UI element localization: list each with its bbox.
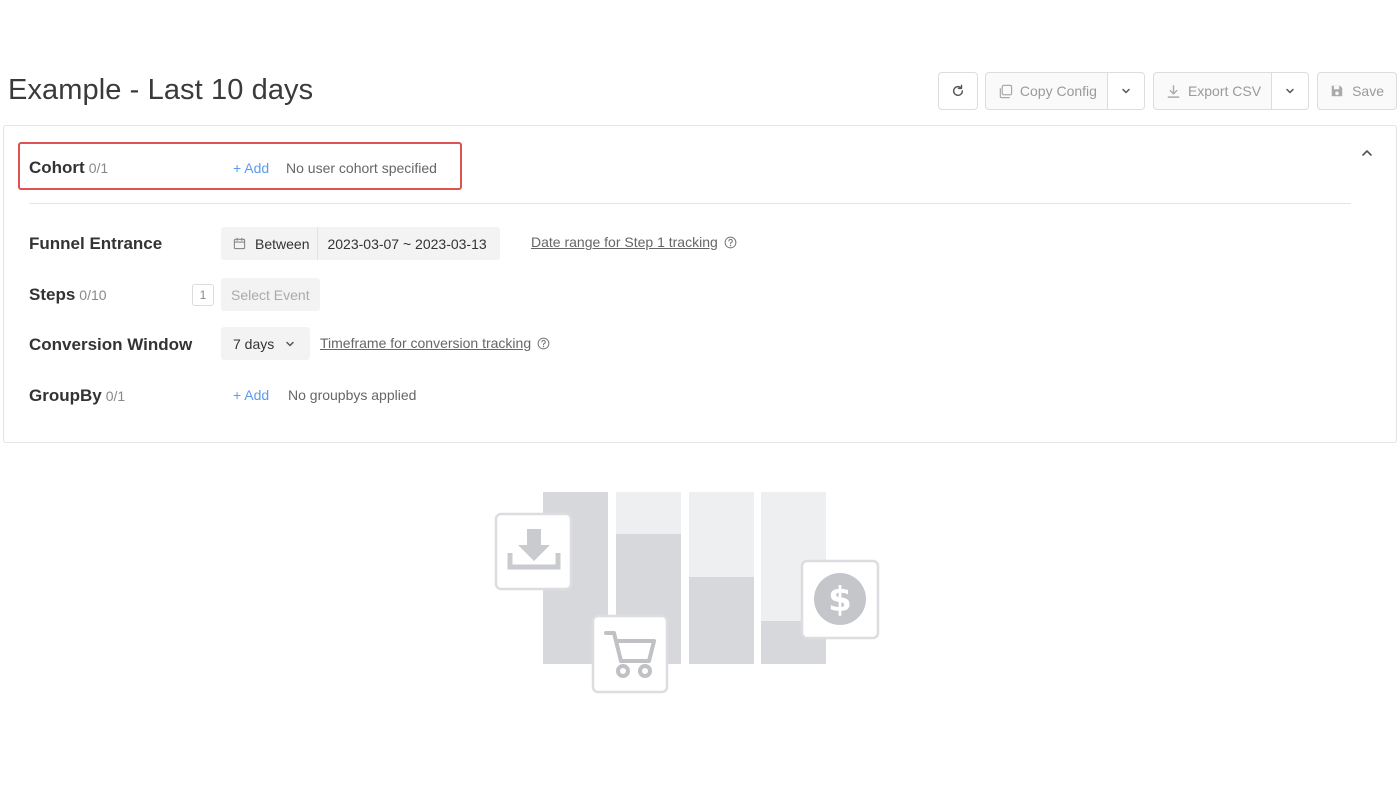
cohort-empty-text: No user cohort specified bbox=[286, 160, 437, 176]
copy-config-group: Copy Config bbox=[984, 72, 1145, 110]
dollar-tile-icon: $ bbox=[800, 559, 880, 640]
funnel-config-panel: Cohort 0/1 + Add No user cohort specified… bbox=[3, 125, 1397, 443]
export-csv-dropdown-button[interactable] bbox=[1271, 72, 1310, 110]
funnel-bars-graphic bbox=[543, 492, 826, 664]
cohort-label: Cohort 0/1 bbox=[29, 158, 108, 178]
step-number-badge: 1 bbox=[192, 284, 214, 306]
conversion-window-label: Conversion Window bbox=[29, 335, 193, 354]
date-range-help-text: Date range for Step 1 tracking bbox=[531, 234, 718, 250]
steps-label: Steps 0/10 bbox=[29, 285, 107, 305]
groupby-empty-text: No groupbys applied bbox=[288, 387, 417, 403]
svg-text:$: $ bbox=[828, 580, 852, 620]
cart-tile-icon bbox=[591, 614, 669, 694]
groupby-label-text: GroupBy bbox=[29, 386, 102, 405]
copy-config-button[interactable]: Copy Config bbox=[984, 72, 1107, 110]
help-circle-icon bbox=[724, 236, 737, 249]
date-range-value[interactable]: 2023-03-07 ~ 2023-03-13 bbox=[318, 236, 499, 252]
copy-config-dropdown-button[interactable] bbox=[1106, 72, 1145, 110]
empty-state-illustration: $ bbox=[490, 488, 885, 700]
groupby-label: GroupBy 0/1 bbox=[29, 386, 125, 406]
date-mode-selector[interactable]: Between bbox=[221, 227, 319, 260]
funnel-entrance-label: Funnel Entrance bbox=[29, 234, 163, 253]
save-button[interactable]: Save bbox=[1317, 72, 1397, 110]
date-range-picker[interactable]: Between 2023-03-07 ~ 2023-03-13 bbox=[221, 227, 500, 260]
save-icon bbox=[1330, 84, 1344, 98]
chevron-down-icon bbox=[1120, 85, 1132, 97]
chevron-up-icon[interactable] bbox=[1360, 146, 1374, 165]
select-event-button[interactable]: Select Event bbox=[221, 278, 320, 311]
export-csv-label: Export CSV bbox=[1187, 83, 1262, 99]
steps-count: 0/10 bbox=[79, 287, 107, 303]
cohort-label-text: Cohort bbox=[29, 158, 85, 177]
groupby-count: 0/1 bbox=[105, 388, 126, 404]
groupby-add-button[interactable]: + Add bbox=[233, 387, 269, 403]
export-csv-button[interactable]: Export CSV bbox=[1152, 72, 1272, 110]
help-circle-icon bbox=[537, 337, 550, 350]
copy-icon bbox=[998, 84, 1013, 99]
refresh-icon bbox=[951, 84, 965, 98]
toolbar: Copy Config Export CSV Save bbox=[937, 72, 1397, 110]
conversion-window-help-link[interactable]: Timeframe for conversion tracking bbox=[320, 335, 550, 351]
page-title: Example - Last 10 days bbox=[8, 74, 314, 106]
date-mode-label: Between bbox=[255, 235, 310, 252]
download-tile-icon bbox=[494, 512, 573, 591]
copy-config-label: Copy Config bbox=[1019, 83, 1097, 99]
conversion-window-select[interactable]: 7 days bbox=[221, 327, 311, 360]
save-label: Save bbox=[1352, 83, 1384, 99]
conversion-window-help-text: Timeframe for conversion tracking bbox=[320, 335, 532, 351]
date-range-help-link[interactable]: Date range for Step 1 tracking bbox=[531, 234, 737, 250]
calendar-icon bbox=[233, 237, 246, 250]
refresh-button[interactable] bbox=[937, 72, 978, 110]
download-icon bbox=[1166, 84, 1181, 99]
export-csv-group: Export CSV bbox=[1152, 72, 1310, 110]
divider bbox=[29, 203, 1351, 204]
chevron-down-icon bbox=[1284, 85, 1296, 97]
conversion-window-value: 7 days bbox=[233, 335, 275, 352]
cohort-add-button[interactable]: + Add bbox=[233, 160, 269, 176]
cohort-count: 0/1 bbox=[88, 160, 109, 176]
steps-label-text: Steps bbox=[29, 285, 76, 304]
chevron-down-icon bbox=[284, 338, 296, 350]
